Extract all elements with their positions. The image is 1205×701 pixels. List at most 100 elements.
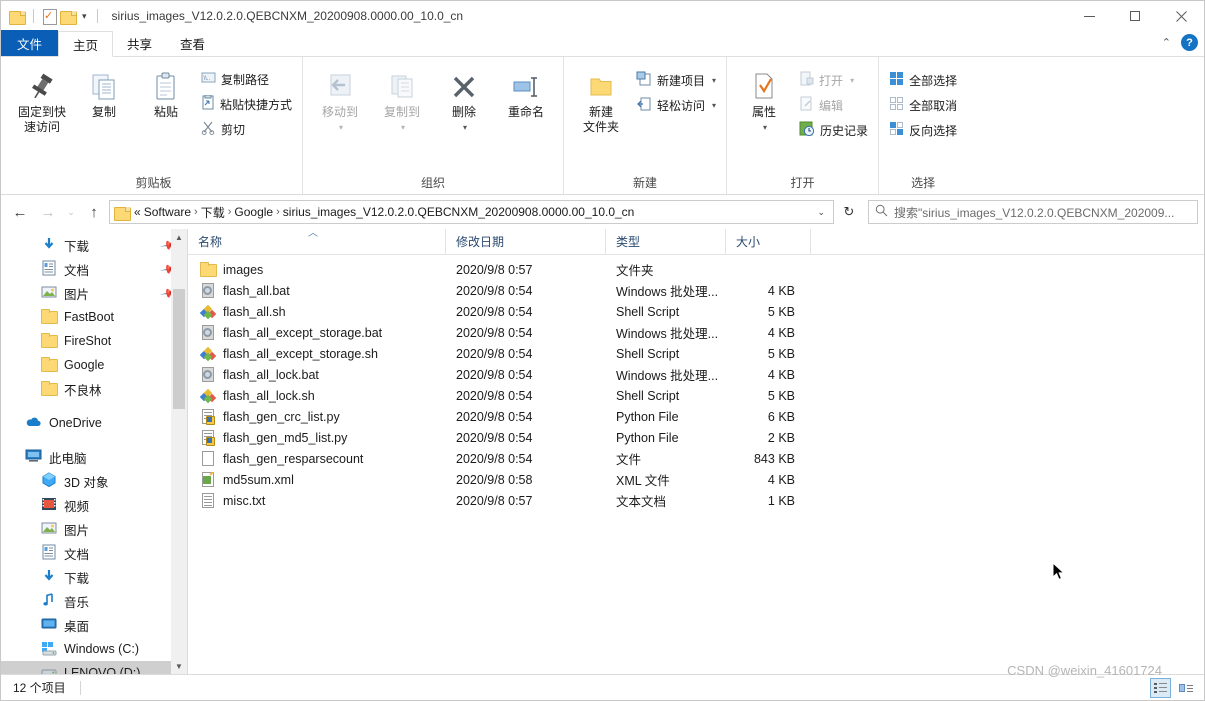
maximize-button[interactable] (1112, 1, 1158, 31)
table-row[interactable]: misc.txt 2020/9/8 0:57 文本文档 1 KB (188, 490, 1204, 511)
sidebar-item-buliangin[interactable]: 不良林 (1, 377, 187, 401)
file-name-cell[interactable]: flash_gen_resparsecount (188, 450, 446, 467)
chevron-down-icon[interactable]: ▾ (763, 120, 767, 135)
paste-button[interactable]: 粘贴 (135, 65, 197, 120)
sidebar-item-onedrive[interactable]: OneDrive (1, 411, 187, 435)
file-name-cell[interactable]: md5sum.xml (188, 471, 446, 488)
copy-to-button[interactable]: 复制到 ▾ (371, 65, 433, 135)
forward-button[interactable]: → (35, 199, 61, 225)
sidebar-item-pictures-quick[interactable]: 图片 📌 (1, 281, 187, 305)
sidebar-item-downloads[interactable]: 下载 (1, 565, 187, 589)
sidebar-item-google[interactable]: Google (1, 353, 187, 377)
sidebar-item-fastboot[interactable]: FastBoot (1, 305, 187, 329)
chevron-down-icon[interactable]: ▾ (850, 76, 854, 85)
chevron-right-icon[interactable]: › (228, 206, 232, 218)
chevron-up-icon[interactable]: ▲ (171, 229, 187, 245)
table-row[interactable]: flash_all_lock.bat 2020/9/8 0:54 Windows… (188, 364, 1204, 385)
table-row[interactable]: flash_all.sh 2020/9/8 0:54 Shell Script … (188, 301, 1204, 322)
close-button[interactable] (1158, 1, 1204, 31)
refresh-button[interactable]: ↻ (836, 200, 862, 224)
details-view-button[interactable] (1150, 678, 1171, 698)
table-row[interactable]: flash_all_lock.sh 2020/9/8 0:54 Shell Sc… (188, 385, 1204, 406)
select-all-button[interactable]: 全部选择 (885, 69, 961, 91)
pin-to-quick-access-button[interactable]: 固定到快 速访问 (11, 65, 73, 135)
new-folder-icon[interactable] (60, 10, 77, 25)
sidebar-scrollbar[interactable]: ▲ ▼ (171, 229, 187, 674)
sidebar-item-videos[interactable]: 视频 (1, 493, 187, 517)
properties-button[interactable]: 属性 ▾ (733, 65, 795, 135)
breadcrumb-item-google[interactable]: Google (234, 205, 273, 219)
sidebar-item-3d-objects[interactable]: 3D 对象 (1, 469, 187, 493)
recent-locations-button[interactable]: ⌄ (63, 199, 79, 225)
sidebar-item-pictures[interactable]: 图片 (1, 517, 187, 541)
sidebar-item-this-pc[interactable]: 此电脑 (1, 445, 187, 469)
customize-quick-access-caret[interactable]: ▾ (80, 11, 89, 21)
file-name-cell[interactable]: images (188, 261, 446, 278)
chevron-down-icon[interactable]: ▾ (339, 120, 343, 135)
file-name-cell[interactable]: flash_all.sh (188, 304, 446, 320)
rename-button[interactable]: 重命名 (495, 65, 557, 120)
sidebar-item-music[interactable]: 音乐 (1, 589, 187, 613)
sidebar-item-windows-c[interactable]: Windows (C:) (1, 637, 187, 661)
tab-view[interactable]: 查看 (166, 30, 219, 56)
file-name-cell[interactable]: misc.txt (188, 492, 446, 509)
tab-share[interactable]: 共享 (113, 30, 166, 56)
edit-button[interactable]: 编辑 (795, 94, 872, 116)
delete-button[interactable]: 删除 ▾ (433, 65, 495, 135)
move-to-button[interactable]: 移动到 ▾ (309, 65, 371, 135)
back-button[interactable]: ← (7, 199, 33, 225)
open-button[interactable]: 打开 ▾ (795, 69, 872, 91)
breadcrumb-overflow[interactable]: « (134, 205, 141, 219)
table-row[interactable]: flash_gen_crc_list.py 2020/9/8 0:54 Pyth… (188, 406, 1204, 427)
chevron-down-icon[interactable]: ▾ (712, 76, 716, 85)
table-row[interactable]: flash_all.bat 2020/9/8 0:54 Windows 批处理.… (188, 280, 1204, 301)
copy-path-button[interactable]: \\.. 复制路径 (197, 69, 296, 90)
paste-shortcut-button[interactable]: 粘贴快捷方式 (197, 93, 296, 115)
table-row[interactable]: flash_all_except_storage.sh 2020/9/8 0:5… (188, 343, 1204, 364)
file-name-cell[interactable]: flash_all_lock.bat (188, 366, 446, 383)
sidebar-item-desktop[interactable]: 桌面 (1, 613, 187, 637)
chevron-down-icon[interactable]: ▾ (463, 120, 467, 135)
copy-button[interactable]: 复制 (73, 65, 135, 120)
column-header-size[interactable]: 大小 (726, 228, 811, 255)
invert-selection-button[interactable]: 反向选择 (885, 119, 961, 141)
chevron-down-icon[interactable]: ▾ (712, 101, 716, 110)
address-dropdown-caret[interactable]: ⌄ (813, 207, 829, 218)
chevron-right-icon[interactable]: › (194, 206, 198, 218)
up-button[interactable]: ↑ (81, 199, 107, 225)
chevron-right-icon[interactable]: › (276, 206, 280, 218)
chevron-down-icon[interactable]: ▼ (171, 658, 187, 674)
sidebar-item-fireshot[interactable]: FireShot (1, 329, 187, 353)
table-row[interactable]: flash_gen_resparsecount 2020/9/8 0:54 文件… (188, 448, 1204, 469)
file-name-cell[interactable]: flash_all_except_storage.bat (188, 324, 446, 341)
column-header-name[interactable]: 名称 ︿ (188, 228, 446, 255)
help-button[interactable]: ? (1181, 34, 1198, 51)
tab-file[interactable]: 文件 (1, 30, 59, 56)
sidebar-item-downloads-quick[interactable]: 下载 📌 (1, 233, 187, 257)
select-none-button[interactable]: 全部取消 (885, 94, 961, 116)
table-row[interactable]: flash_all_except_storage.bat 2020/9/8 0:… (188, 322, 1204, 343)
chevron-up-icon[interactable]: ⌃ (1162, 36, 1171, 49)
column-header-date[interactable]: 修改日期 (446, 228, 606, 255)
chevron-down-icon[interactable]: ▾ (401, 120, 405, 135)
properties-icon[interactable]: ✓ (42, 8, 57, 25)
file-name-cell[interactable]: flash_gen_crc_list.py (188, 408, 446, 425)
table-row[interactable]: flash_gen_md5_list.py 2020/9/8 0:54 Pyth… (188, 427, 1204, 448)
file-name-cell[interactable]: flash_all_lock.sh (188, 388, 446, 404)
breadcrumb-item-software[interactable]: Software (144, 205, 191, 219)
table-row[interactable]: md5sum.xml 2020/9/8 0:58 XML 文件 4 KB (188, 469, 1204, 490)
file-name-cell[interactable]: flash_all.bat (188, 282, 446, 299)
breadcrumb-item-current[interactable]: sirius_images_V12.0.2.0.QEBCNXM_20200908… (283, 205, 635, 219)
cut-button[interactable]: 剪切 (197, 118, 296, 140)
folder-icon[interactable] (9, 10, 26, 25)
large-icons-view-button[interactable] (1175, 678, 1196, 698)
address-input[interactable]: « Software › 下载 › Google › sirius_images… (109, 200, 834, 224)
minimize-button[interactable] (1066, 1, 1112, 31)
easy-access-button[interactable]: 轻松访问 ▾ (632, 94, 720, 116)
search-box[interactable]: 搜索"sirius_images_V12.0.2.0.QEBCNXM_20200… (868, 200, 1198, 224)
scrollbar-thumb[interactable] (173, 289, 185, 409)
sidebar-item-documents-quick[interactable]: 文档 📌 (1, 257, 187, 281)
history-button[interactable]: 历史记录 (795, 119, 872, 141)
breadcrumb-item-downloads[interactable]: 下载 (201, 204, 225, 221)
column-header-type[interactable]: 类型 (606, 228, 726, 255)
